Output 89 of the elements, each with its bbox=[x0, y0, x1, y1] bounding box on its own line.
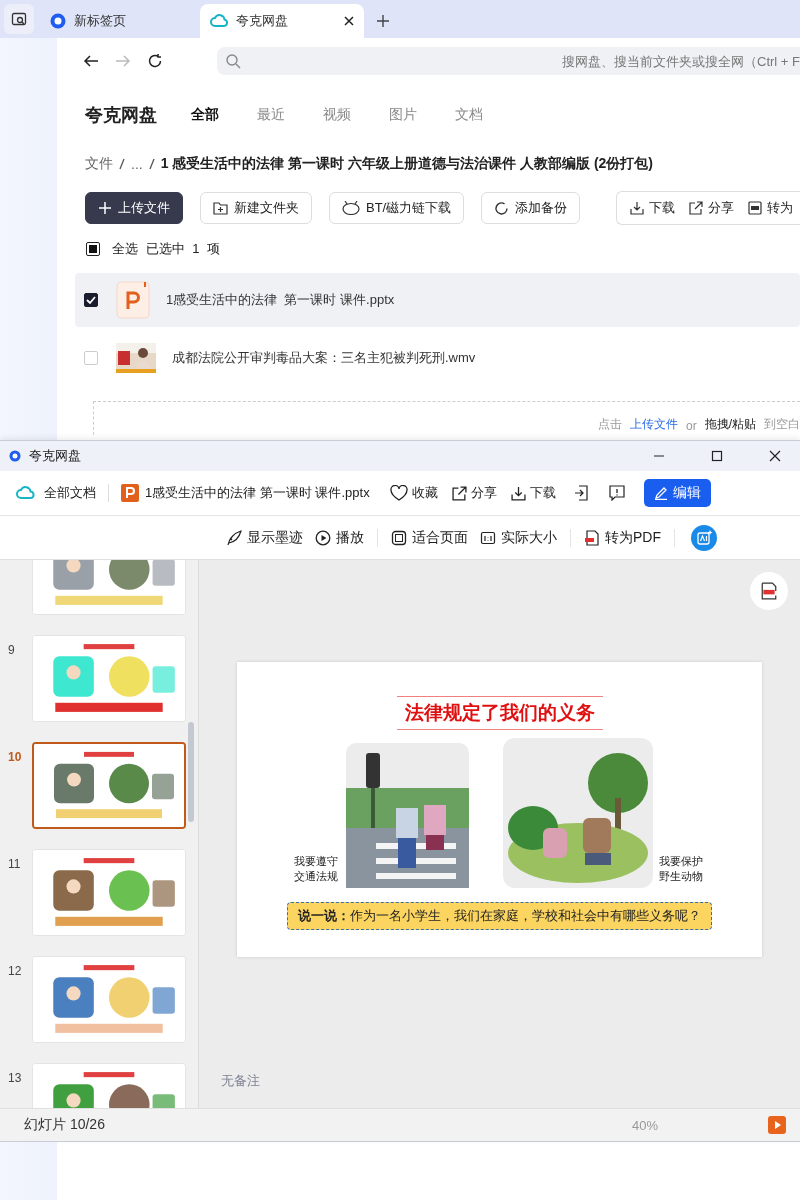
slide-label: 我要遵守交通法规 bbox=[293, 854, 339, 884]
toolbar-button[interactable]: 适合页面 bbox=[388, 528, 471, 547]
slide-number: 9 bbox=[7, 642, 16, 657]
drop-hint: 到空白 bbox=[764, 416, 800, 433]
heart-icon bbox=[389, 485, 408, 501]
close-icon[interactable] bbox=[344, 16, 354, 26]
header-action-button[interactable]: 下载 bbox=[506, 484, 560, 502]
folder-plus-icon bbox=[213, 201, 228, 215]
slide-number: 13 bbox=[7, 1070, 23, 1085]
file-checkbox[interactable] bbox=[84, 293, 98, 307]
file-name[interactable]: 1感受生活中的法律 第一课时 课件.pptx bbox=[166, 291, 395, 309]
select-all-checkbox[interactable] bbox=[86, 242, 100, 256]
download-icon bbox=[630, 201, 644, 215]
upload-link[interactable]: 上传文件 bbox=[630, 416, 678, 433]
slide-counter: 幻灯片 10/26 bbox=[24, 1116, 106, 1134]
action-button[interactable]: 新建文件夹 bbox=[200, 192, 312, 224]
new-tab-icon[interactable] bbox=[376, 14, 390, 28]
breadcrumb-item[interactable]: 1 感受生活中的法律 第一课时 六年级上册道德与法治课件 人教部编版 (2份打包) bbox=[160, 155, 654, 173]
browser-tab[interactable]: 夸克网盘 bbox=[200, 4, 364, 38]
header-action-button[interactable]: 收藏 bbox=[385, 484, 442, 502]
slide-number: 10 bbox=[7, 749, 23, 764]
pencil-icon bbox=[653, 486, 668, 500]
window-title: 夸克网盘 bbox=[29, 447, 82, 465]
toolbar-button[interactable]: 播放 bbox=[312, 528, 367, 547]
nav-tab[interactable]: 文档 bbox=[455, 106, 483, 124]
toolbar-button[interactable]: 显示墨迹 bbox=[223, 528, 306, 547]
slideshow-icon[interactable] bbox=[768, 1116, 786, 1134]
file-row[interactable]: 成都法院公开审判毒品大案：三名主犯被判死刑.wmv bbox=[75, 331, 800, 385]
cloud-icon bbox=[210, 14, 228, 28]
actual-size-icon bbox=[480, 529, 496, 546]
share-icon bbox=[451, 485, 467, 501]
share-icon bbox=[689, 201, 703, 215]
browser-tab[interactable]: 新标签页 bbox=[40, 4, 200, 38]
fit-page-icon bbox=[391, 529, 407, 546]
feather-icon bbox=[226, 529, 242, 546]
nav-tab[interactable]: 最近 bbox=[257, 106, 285, 124]
action-button[interactable]: BT/磁力链下载 bbox=[329, 192, 465, 224]
nav-tab[interactable]: 视频 bbox=[323, 106, 351, 124]
select-all-label[interactable]: 全选 bbox=[112, 240, 138, 258]
cloud-icon bbox=[16, 486, 36, 500]
download-icon bbox=[510, 485, 526, 501]
nav-tab[interactable]: 全部 bbox=[191, 106, 219, 124]
play-icon bbox=[315, 529, 331, 546]
toolbar-button[interactable]: 转为PDF bbox=[581, 528, 664, 547]
drop-hint: 拖拽/粘贴 bbox=[704, 416, 756, 433]
selection-action-button[interactable]: 分享 bbox=[682, 192, 741, 224]
action-button[interactable]: 添加备份 bbox=[481, 192, 581, 224]
zoom-level: 40% bbox=[631, 1117, 658, 1133]
convert-pdf-icon[interactable] bbox=[750, 572, 788, 610]
breadcrumb-item[interactable]: ... bbox=[131, 156, 143, 172]
breadcrumb-separator-icon bbox=[119, 158, 125, 170]
nav-tab[interactable]: 图片 bbox=[389, 106, 417, 124]
drop-zone[interactable]: 点击 上传文件 or 拖拽/粘贴 到空白 bbox=[93, 401, 800, 435]
action-button[interactable]: 上传文件 bbox=[85, 192, 183, 224]
plus-icon bbox=[98, 201, 112, 215]
search-field[interactable]: 搜网盘、搜当前文件夹或搜全网（Ctrl + F bbox=[217, 47, 800, 75]
selection-action-button[interactable]: 转为 bbox=[741, 192, 800, 224]
side-panel bbox=[0, 1142, 57, 1200]
ring-logo-icon bbox=[9, 450, 21, 462]
search-icon bbox=[225, 53, 241, 69]
breadcrumb-item[interactable]: 文件 bbox=[85, 155, 113, 173]
ai-assistant-icon[interactable] bbox=[691, 524, 717, 551]
file-name[interactable]: 成都法院公开审判毒品大案：三名主犯被判死刑.wmv bbox=[172, 349, 476, 367]
slide-number: 11 bbox=[7, 856, 22, 871]
slide-thumbnail[interactable] bbox=[32, 742, 186, 829]
presentation-file-icon bbox=[116, 281, 150, 319]
presentation-file-icon bbox=[121, 484, 139, 502]
drive-title: 夸克网盘 bbox=[85, 104, 157, 127]
slide-number: 12 bbox=[7, 963, 23, 978]
toolbar-button[interactable]: 实际大小 bbox=[477, 528, 560, 547]
slide-caption: 说一说：作为一名小学生，我们在家庭，学校和社会中有哪些义务呢？ bbox=[287, 902, 712, 930]
breadcrumb-separator-icon bbox=[148, 158, 155, 170]
document-title: 1感受生活中的法律 第一课时 课件.pptx bbox=[145, 484, 370, 502]
drop-hint: 点击 bbox=[598, 416, 622, 433]
pdf-icon bbox=[584, 529, 600, 546]
drop-hint: or bbox=[686, 419, 697, 433]
tab-search-icon[interactable] bbox=[4, 4, 34, 34]
scrollbar-thumb[interactable] bbox=[188, 722, 194, 822]
all-documents-link[interactable]: 全部文档 bbox=[16, 484, 96, 502]
edit-button[interactable]: 编辑 bbox=[643, 479, 711, 507]
header-action-button[interactable]: 分享 bbox=[447, 484, 501, 502]
sync-icon bbox=[494, 200, 510, 216]
slide-label: 我要保护野生动物 bbox=[659, 854, 704, 884]
pdf-icon bbox=[748, 201, 762, 215]
ring-logo-icon bbox=[50, 13, 66, 29]
file-row[interactable]: 1感受生活中的法律 第一课时 课件.pptx bbox=[75, 273, 800, 327]
slide-title: 法律规定了我们的义务 bbox=[396, 696, 603, 730]
selection-summary: 已选中 1 项 bbox=[146, 240, 220, 258]
selection-action-button[interactable]: 下载 bbox=[623, 192, 682, 224]
